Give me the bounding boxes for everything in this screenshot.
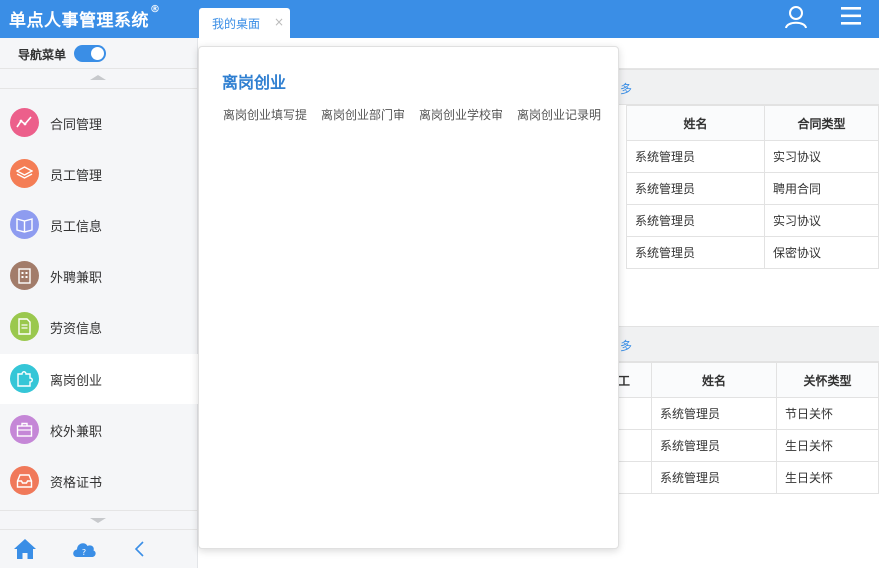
sidebar-item-label: 合同管理: [50, 118, 103, 133]
more-link[interactable]: 多: [620, 80, 632, 97]
popup-title: 离岗创业: [222, 73, 287, 92]
sidebar-item-label: 外聘兼职: [50, 271, 103, 286]
table-cell: 系统管理员: [626, 236, 765, 269]
column-header: 合同类型: [764, 105, 879, 141]
table-row[interactable]: 系统管理员 聘用合同: [626, 172, 879, 205]
sidebar-item-labor-info[interactable]: 劳资信息: [0, 302, 198, 352]
submenu-links: 离岗创业填写提 离岗创业部门审 离岗创业学校审 离岗创业记录明: [223, 106, 618, 123]
home-icon[interactable]: [13, 538, 37, 560]
submenu-link[interactable]: 离岗创业填写提: [223, 108, 307, 122]
submenu-popup: 离岗创业 离岗创业填写提 离岗创业部门审 离岗创业学校审 离岗创业记录明: [198, 46, 619, 549]
tab-close-icon[interactable]: ×: [274, 15, 284, 29]
table-row[interactable]: 系统管理员 生日关怀: [611, 461, 879, 494]
table-row[interactable]: 系统管理员 实习协议: [626, 140, 879, 173]
table-header-row: 工 姓名 关怀类型: [611, 362, 879, 398]
table-cell: 系统管理员: [651, 461, 777, 494]
sidebar-item-contract[interactable]: 合同管理: [0, 98, 198, 148]
nav-toggle-label: 导航菜单: [18, 48, 67, 62]
table-cell: 系统管理员: [626, 140, 765, 173]
sidebar-item-label: 资格证书: [50, 476, 103, 491]
column-header: 姓名: [626, 105, 765, 141]
table-cell: 聘用合同: [764, 172, 879, 205]
table-cell: 生日关怀: [776, 429, 879, 462]
column-header: 关怀类型: [776, 362, 879, 398]
table-cell: 系统管理员: [626, 172, 765, 205]
divider: [0, 510, 198, 511]
sidebar-item-label: 校外兼职: [50, 425, 103, 440]
table-cell: 实习协议: [764, 140, 879, 173]
sidebar-item-employee-info[interactable]: 员工信息: [0, 200, 198, 250]
contract-table: 姓名 合同类型 系统管理员 实习协议 系统管理员 聘用合同 系统管理员 实习协议 系统…: [626, 105, 879, 269]
divider: [0, 88, 198, 89]
collapse-left-icon[interactable]: [133, 540, 147, 558]
building-icon: [10, 261, 39, 290]
more-link[interactable]: 多: [620, 337, 632, 354]
cloud-help-icon[interactable]: ?: [71, 539, 97, 559]
top-bar: 单点人事管理系统® 我的桌面 ×: [0, 0, 879, 38]
table-row[interactable]: 系统管理员 节日关怀: [611, 397, 879, 430]
table-cell: 保密协议: [764, 236, 879, 269]
submenu-link[interactable]: 离岗创业学校审: [419, 108, 503, 122]
registered-mark: ®: [150, 4, 161, 15]
sidebar-item-offcampus-parttime[interactable]: 校外兼职: [0, 405, 198, 455]
scroll-up-arrow-icon[interactable]: [90, 75, 106, 80]
layers-icon: [10, 159, 39, 188]
table-row[interactable]: 系统管理员 生日关怀: [611, 429, 879, 462]
table-cell: 系统管理员: [651, 429, 777, 462]
table-cell: 生日关怀: [776, 461, 879, 494]
table-cell: 系统管理员: [651, 397, 777, 430]
app-title: 单点人事管理系统®: [9, 4, 161, 31]
user-icon[interactable]: [783, 4, 809, 30]
switch-knob: [91, 47, 104, 60]
sidebar: 导航菜单 合同管理 员工管理 员工信息 外聘兼职 劳资信息 离岗创业 校外兼职 …: [0, 38, 199, 568]
sidebar-item-label: 离岗创业: [50, 374, 103, 389]
book-icon: [10, 210, 39, 239]
sidebar-bottom-bar: ?: [0, 529, 198, 568]
inbox-icon: [10, 466, 39, 495]
document-icon: [10, 312, 39, 341]
care-table: 工 姓名 关怀类型 系统管理员 节日关怀 系统管理员 生日关怀 系统管理员 生日关怀: [611, 362, 879, 494]
briefcase-icon: [10, 415, 39, 444]
hamburger-menu-icon[interactable]: [839, 4, 863, 28]
table-cell: 系统管理员: [626, 204, 765, 237]
column-header: 姓名: [651, 362, 777, 398]
puzzle-icon: [10, 364, 39, 393]
nav-menu-switch[interactable]: [74, 45, 106, 62]
sidebar-item-external-parttime[interactable]: 外聘兼职: [0, 251, 198, 301]
table-row[interactable]: 系统管理员 实习协议: [626, 204, 879, 237]
sidebar-item-label: 劳资信息: [50, 322, 103, 337]
trend-line-icon: [10, 108, 39, 137]
table-row[interactable]: 系统管理员 保密协议: [626, 236, 879, 269]
sidebar-item-certificates[interactable]: 资格证书: [0, 456, 198, 506]
sidebar-item-label: 员工管理: [50, 169, 103, 184]
svg-text:?: ?: [82, 548, 86, 557]
sidebar-item-employee-mgmt[interactable]: 员工管理: [0, 149, 198, 199]
table-cell: 实习协议: [764, 204, 879, 237]
sidebar-item-label: 员工信息: [50, 220, 103, 235]
submenu-link[interactable]: 离岗创业记录明: [517, 108, 601, 122]
table-cell: 节日关怀: [776, 397, 879, 430]
nav-toggle-row: 导航菜单: [0, 38, 198, 69]
scroll-down-arrow-icon[interactable]: [90, 518, 106, 523]
sidebar-item-leave-startup[interactable]: 离岗创业: [0, 354, 199, 404]
table-header-row: 姓名 合同类型: [626, 105, 879, 141]
submenu-link[interactable]: 离岗创业部门审: [321, 108, 405, 122]
tab-my-desktop[interactable]: 我的桌面 ×: [199, 8, 290, 38]
tab-label: 我的桌面: [212, 17, 261, 31]
